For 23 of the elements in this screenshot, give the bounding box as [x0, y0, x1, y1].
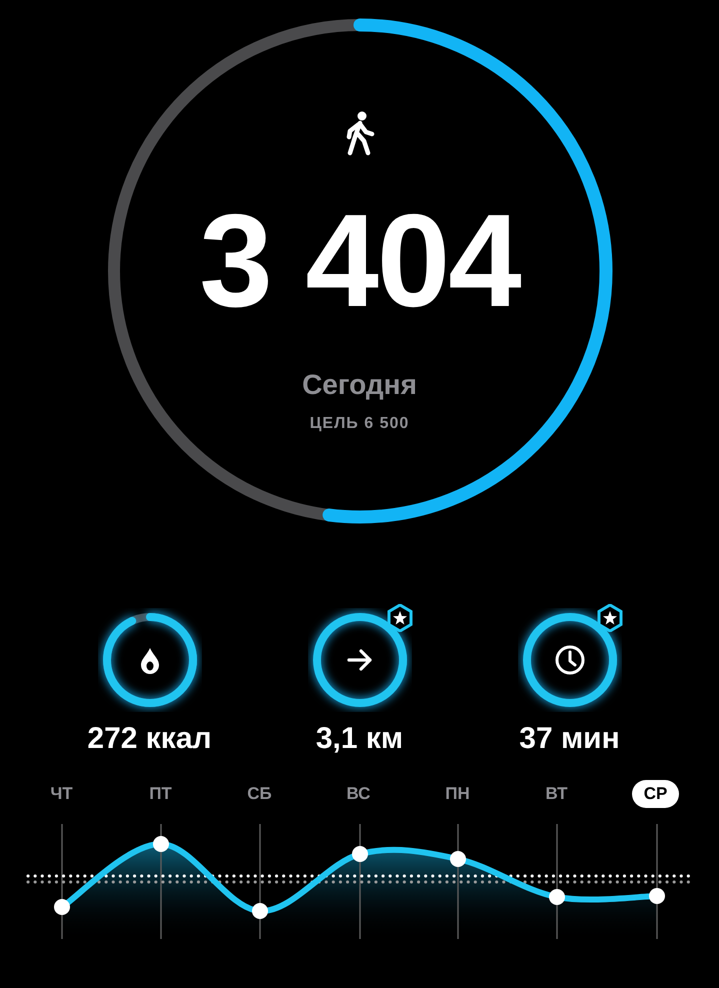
- data-point: [352, 846, 368, 862]
- day-tab[interactable]: СР: [632, 780, 680, 808]
- stat-value: 272 ккал: [87, 722, 212, 756]
- clock-icon: [554, 644, 586, 676]
- day-tab[interactable]: ПТ: [137, 780, 184, 808]
- day-tab[interactable]: ВТ: [533, 780, 580, 808]
- data-point: [54, 899, 70, 915]
- arrow-icon: [346, 649, 372, 671]
- data-point: [549, 889, 565, 905]
- stat-value: 37 мин: [519, 722, 620, 756]
- data-point: [450, 851, 466, 867]
- day-tab[interactable]: ЧТ: [38, 780, 85, 808]
- data-point: [252, 903, 268, 919]
- period-label: Сегодня: [302, 369, 417, 401]
- day-tab[interactable]: ПН: [433, 780, 482, 808]
- data-point: [153, 836, 169, 852]
- step-count: 3 404: [199, 195, 520, 327]
- day-tab[interactable]: ВС: [334, 780, 382, 808]
- data-point: [649, 888, 665, 904]
- flame-icon: [138, 646, 160, 674]
- stat-value: 3,1 км: [316, 722, 404, 756]
- goal-label: ЦЕЛЬ 6 500: [310, 415, 410, 433]
- day-tab[interactable]: СБ: [235, 780, 284, 808]
